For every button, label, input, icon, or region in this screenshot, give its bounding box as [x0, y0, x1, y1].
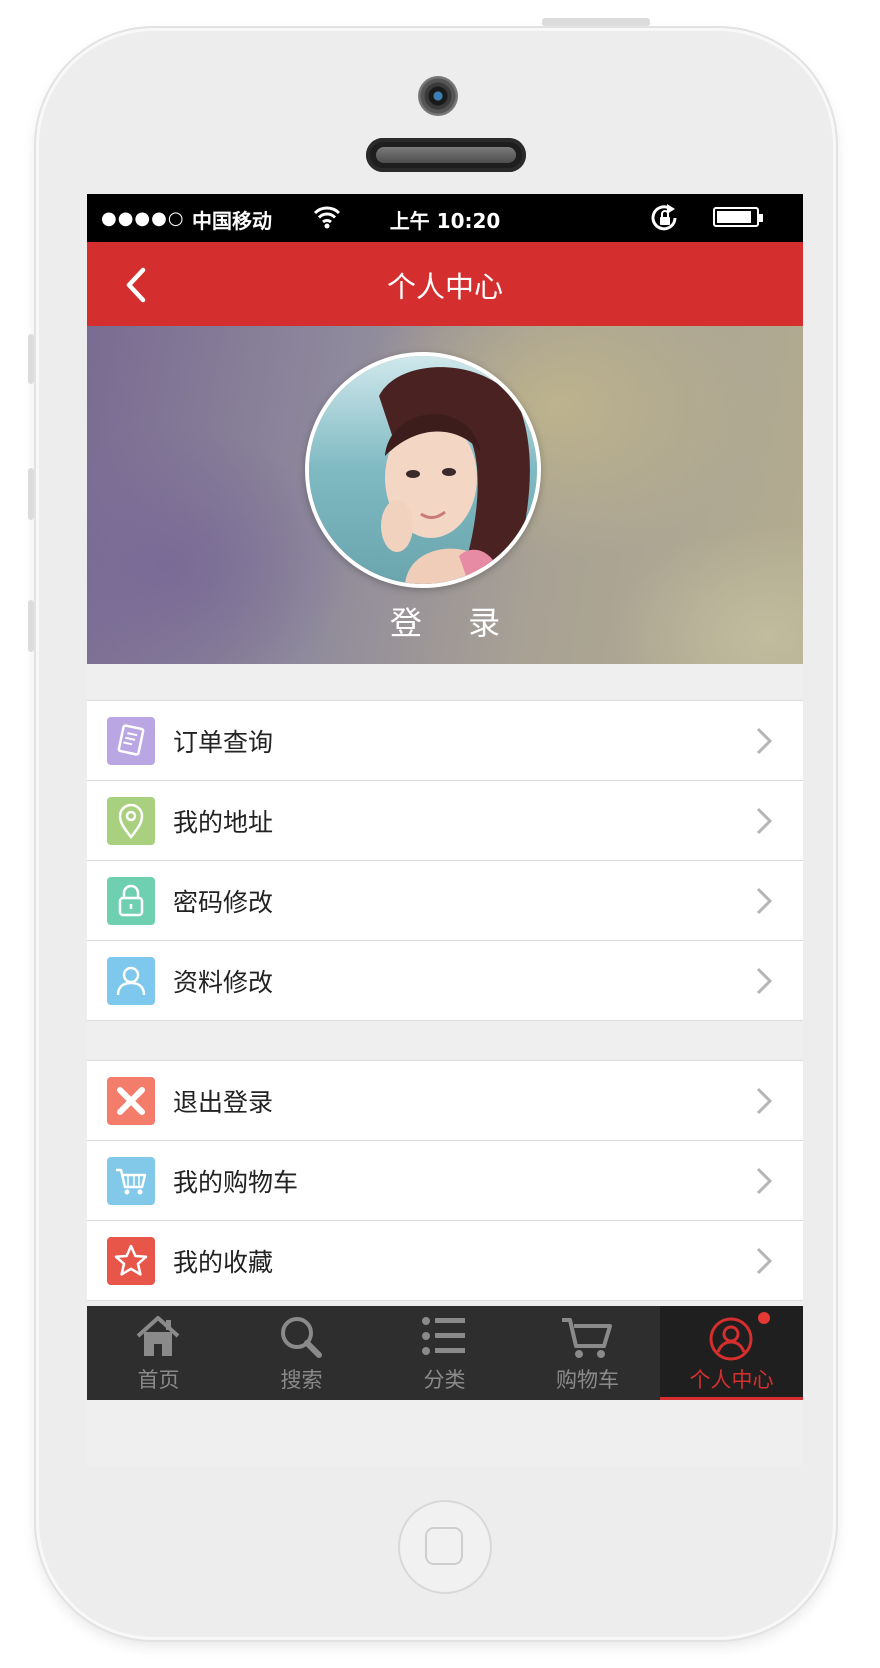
power-button: [542, 18, 650, 26]
menu-label: 我的地址: [173, 808, 274, 837]
menu-group-account: 订单查询 我的地址 密码修改 资料修改: [87, 700, 803, 1021]
menu-item-favorites[interactable]: 我的收藏: [87, 1221, 803, 1301]
notification-badge: [758, 1312, 770, 1324]
tab-cart[interactable]: 购物车: [516, 1306, 659, 1400]
login-link[interactable]: 登 录: [87, 598, 803, 644]
tab-category[interactable]: 分类: [373, 1306, 516, 1400]
avatar-photo: [309, 356, 537, 584]
tab-profile[interactable]: 个人中心: [660, 1306, 803, 1400]
volume-down-button: [28, 600, 34, 652]
tab-bar: 首页 搜索 分类 购物车 个人中心: [87, 1306, 803, 1400]
app-screen: ●●●●○ 中国移动 上午 10:20 个人中心 登 录 订单查询 我的地址 密…: [87, 194, 803, 1466]
chevron-right-icon: [756, 1167, 773, 1195]
menu-item-orders[interactable]: 订单查询: [87, 701, 803, 781]
avatar[interactable]: [305, 352, 541, 588]
mute-switch: [28, 334, 34, 384]
cart-icon: [107, 1157, 155, 1205]
menu-label: 密码修改: [173, 888, 274, 917]
tab-label: 个人中心: [689, 1368, 774, 1392]
status-bar: ●●●●○ 中国移动 上午 10:20: [87, 194, 803, 242]
tab-label: 分类: [423, 1368, 466, 1392]
tab-home[interactable]: 首页: [87, 1306, 230, 1400]
tab-label: 购物车: [556, 1368, 619, 1392]
menu-label: 资料修改: [173, 968, 274, 997]
user-icon: [107, 957, 155, 1005]
header-bar: 个人中心: [87, 242, 803, 326]
menu-item-password[interactable]: 密码修改: [87, 861, 803, 941]
menu-item-cart[interactable]: 我的购物车: [87, 1141, 803, 1221]
chevron-right-icon: [756, 1247, 773, 1275]
menu-label: 我的收藏: [173, 1248, 274, 1277]
earpiece-speaker: [366, 138, 526, 172]
chevron-right-icon: [756, 807, 773, 835]
chevron-right-icon: [756, 727, 773, 755]
page-title: 个人中心: [386, 270, 503, 304]
tab-label: 首页: [137, 1368, 180, 1392]
volume-up-button: [28, 468, 34, 520]
star-icon: [107, 1237, 155, 1285]
profile-banner: 登 录: [87, 326, 803, 664]
order-list-icon: [107, 717, 155, 765]
list-icon: [422, 1317, 465, 1355]
menu-group-actions: 退出登录 我的购物车 我的收藏: [87, 1060, 803, 1301]
search-icon: [281, 1317, 322, 1358]
rotation-lock-icon: [651, 204, 677, 231]
tab-search[interactable]: 搜索: [230, 1306, 373, 1400]
menu-label: 订单查询: [173, 728, 274, 757]
lock-icon: [107, 877, 155, 925]
user-circle-icon: [709, 1317, 753, 1361]
menu-label: 退出登录: [173, 1088, 274, 1117]
front-camera: [418, 76, 458, 116]
tab-label: 搜索: [280, 1368, 323, 1392]
battery-icon: [713, 207, 763, 227]
menu-label: 我的购物车: [173, 1168, 299, 1197]
menu-item-address[interactable]: 我的地址: [87, 781, 803, 861]
chevron-right-icon: [756, 887, 773, 915]
menu-item-logout[interactable]: 退出登录: [87, 1061, 803, 1141]
clock: 上午 10:20: [389, 209, 501, 233]
home-icon: [136, 1316, 180, 1356]
chevron-right-icon: [756, 967, 773, 995]
home-button[interactable]: [398, 1500, 492, 1594]
menu-item-profile[interactable]: 资料修改: [87, 941, 803, 1021]
close-icon: [107, 1077, 155, 1125]
location-pin-icon: [107, 797, 155, 845]
chevron-right-icon: [756, 1087, 773, 1115]
cart-icon: [562, 1318, 612, 1358]
